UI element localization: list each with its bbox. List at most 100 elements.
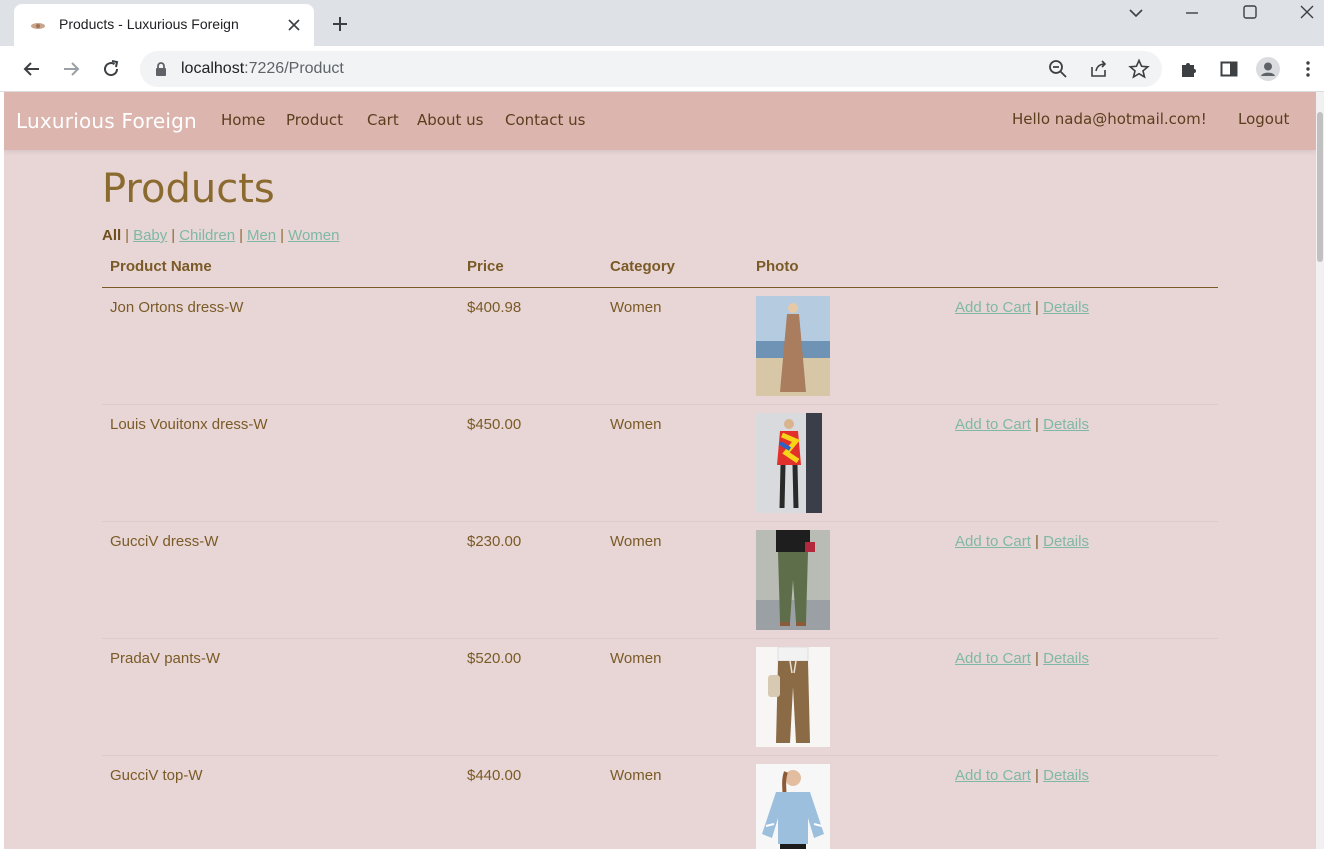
browser-tabstrip: Products - Luxurious Foreign [0, 0, 1324, 46]
category-filter: All | Baby | Children | Men | Women [102, 227, 339, 244]
site-navbar: Luxurious Foreign Home Product Cart Abou… [4, 92, 1316, 150]
address-bar[interactable]: localhost:7226/Product [140, 51, 1162, 87]
filter-separator: | [171, 227, 176, 244]
logout-link[interactable]: Logout [1238, 110, 1289, 128]
product-name: PradaV pants-W [110, 650, 221, 667]
extensions-button[interactable] [1177, 57, 1201, 81]
filter-separator: | [239, 227, 243, 244]
menu-button[interactable] [1296, 57, 1320, 81]
product-name: GucciV top-W [110, 767, 203, 784]
filter-men[interactable]: Men [247, 227, 276, 244]
add-to-cart-link[interactable]: Add to Cart [955, 767, 1031, 784]
browser-tab[interactable]: Products - Luxurious Foreign [14, 4, 314, 46]
nav-link-about[interactable]: About us [417, 111, 483, 129]
kebab-menu-icon [1306, 61, 1310, 77]
reload-icon [104, 60, 119, 77]
product-photo [756, 296, 830, 396]
action-separator: | [1035, 650, 1039, 667]
side-panel-icon [1220, 61, 1238, 77]
table-row: Louis Vouitonx dress-W $450.00 Women Add… [102, 405, 1218, 522]
details-link[interactable]: Details [1043, 767, 1089, 784]
url-text: localhost:7226/Product [181, 60, 344, 78]
filter-all[interactable]: All [102, 227, 121, 244]
details-link[interactable]: Details [1043, 416, 1089, 433]
product-price: $450.00 [467, 416, 522, 433]
product-category: Women [610, 767, 662, 784]
reload-button[interactable] [99, 57, 123, 81]
row-actions: Add to Cart | Details [955, 650, 1089, 667]
product-price: $520.00 [467, 650, 522, 667]
row-actions: Add to Cart | Details [955, 416, 1089, 433]
product-price: $230.00 [467, 533, 522, 550]
new-tab-icon[interactable] [330, 14, 350, 34]
browser-toolbar: localhost:7226/Product [0, 46, 1324, 92]
site-brand[interactable]: Luxurious Foreign [16, 109, 197, 133]
site-favicon-icon [31, 23, 45, 29]
forward-button[interactable] [59, 57, 83, 81]
product-photo [756, 530, 830, 630]
nav-link-home[interactable]: Home [221, 111, 265, 129]
product-name: Jon Ortons dress-W [110, 299, 244, 316]
action-separator: | [1035, 299, 1039, 316]
nav-link-cart[interactable]: Cart [367, 111, 399, 129]
row-actions: Add to Cart | Details [955, 299, 1089, 316]
bookmark-star-icon[interactable] [1128, 58, 1150, 80]
product-photo [756, 764, 830, 849]
product-price: $440.00 [467, 767, 522, 784]
table-row: GucciV dress-W $230.00 Women Add to Cart… [102, 522, 1218, 639]
product-category: Women [610, 533, 662, 550]
filter-separator: | [125, 227, 130, 244]
user-greeting[interactable]: Hello nada@hotmail.com! [1012, 110, 1207, 128]
zoom-out-icon[interactable] [1047, 58, 1069, 80]
nav-link-product[interactable]: Product [286, 111, 343, 129]
filter-separator: | [280, 227, 285, 244]
filter-women[interactable]: Women [288, 227, 339, 244]
product-photo [756, 413, 822, 513]
url-host: localhost [181, 60, 245, 77]
details-link[interactable]: Details [1043, 650, 1089, 667]
product-category: Women [610, 650, 662, 667]
tab-search-chevron-icon[interactable] [1126, 3, 1146, 23]
puzzle-icon [1182, 63, 1196, 77]
close-tab-icon[interactable] [286, 17, 302, 33]
page-scrollbar[interactable] [1316, 92, 1324, 849]
profile-button[interactable] [1256, 57, 1280, 81]
add-to-cart-link[interactable]: Add to Cart [955, 416, 1031, 433]
table-row: PradaV pants-W $520.00 Women Add to Cart… [102, 639, 1218, 756]
column-header-price: Price [467, 258, 504, 275]
product-name: GucciV dress-W [110, 533, 219, 550]
back-button[interactable] [20, 57, 44, 81]
product-name: Louis Vouitonx dress-W [110, 416, 268, 433]
web-page: Luxurious Foreign Home Product Cart Abou… [4, 92, 1316, 849]
forward-arrow-icon [64, 62, 80, 76]
table-row: GucciV top-W $440.00 Women Add to Cart |… [102, 756, 1218, 849]
product-category: Women [610, 416, 662, 433]
action-separator: | [1035, 533, 1039, 550]
maximize-icon[interactable] [1240, 3, 1260, 23]
product-price: $400.98 [467, 299, 522, 316]
details-link[interactable]: Details [1043, 299, 1089, 316]
add-to-cart-link[interactable]: Add to Cart [955, 299, 1031, 316]
page-title: Products [102, 166, 275, 212]
scrollbar-thumb[interactable] [1317, 112, 1323, 262]
details-link[interactable]: Details [1043, 533, 1089, 550]
add-to-cart-link[interactable]: Add to Cart [955, 650, 1031, 667]
column-header-category: Category [610, 258, 676, 275]
url-path: :7226/Product [244, 60, 344, 77]
side-panel-button[interactable] [1217, 57, 1241, 81]
column-header-photo: Photo [756, 258, 799, 275]
share-icon[interactable] [1088, 58, 1110, 80]
back-arrow-icon [23, 62, 39, 76]
tab-title: Products - Luxurious Foreign [59, 16, 239, 32]
product-photo [756, 647, 830, 747]
close-window-icon[interactable] [1297, 3, 1317, 23]
add-to-cart-link[interactable]: Add to Cart [955, 533, 1031, 550]
filter-baby[interactable]: Baby [133, 227, 167, 244]
action-separator: | [1035, 767, 1039, 784]
action-separator: | [1035, 416, 1039, 433]
nav-link-contact[interactable]: Contact us [505, 111, 585, 129]
minimize-icon[interactable] [1182, 3, 1202, 23]
table-row: Jon Ortons dress-W $400.98 Women Add to … [102, 288, 1218, 405]
product-category: Women [610, 299, 662, 316]
filter-children[interactable]: Children [179, 227, 235, 244]
